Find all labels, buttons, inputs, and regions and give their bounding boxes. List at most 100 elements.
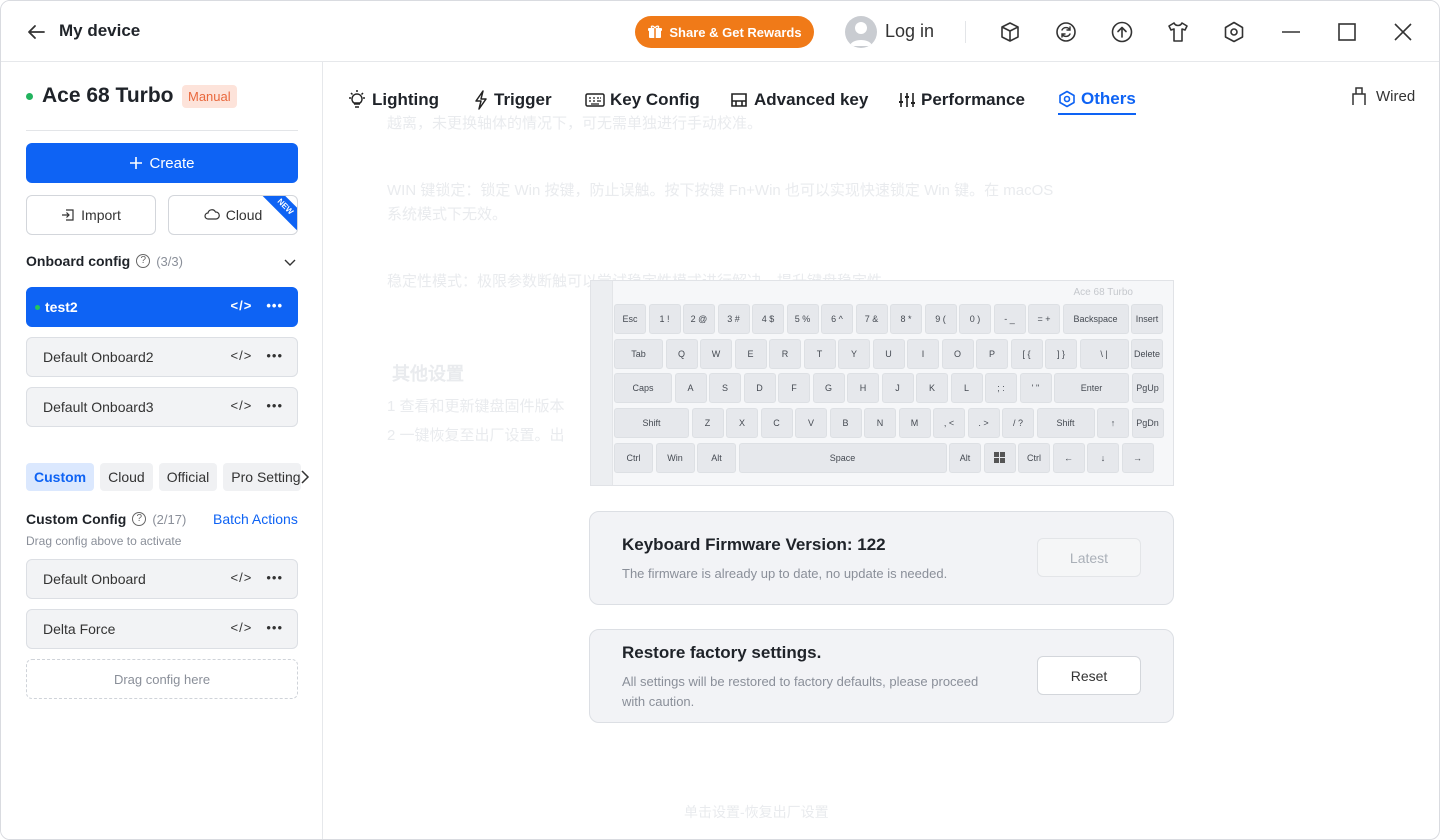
import-button[interactable]: Import xyxy=(26,195,156,235)
key: W xyxy=(700,339,732,369)
config-name: test2 xyxy=(45,299,78,315)
online-status-dot xyxy=(26,93,33,100)
code-icon[interactable]: </> xyxy=(231,398,253,413)
code-icon[interactable]: </> xyxy=(231,620,253,635)
onboard-config-title: Onboard config ? (3/3) xyxy=(26,253,183,269)
windows-icon xyxy=(983,443,1016,473)
onboard-config-item[interactable]: test2 </> ••• xyxy=(26,287,298,327)
plus-icon xyxy=(130,157,143,169)
close-icon[interactable] xyxy=(1391,20,1415,44)
key: Insert xyxy=(1131,304,1163,334)
key: Win xyxy=(655,443,695,473)
share-rewards-label: Share & Get Rewards xyxy=(669,24,802,40)
key: S xyxy=(709,373,741,403)
keyboard-side-panel xyxy=(591,281,613,485)
tab-key-config-label: Key Config xyxy=(610,90,700,109)
reset-button[interactable]: Reset xyxy=(1037,656,1141,695)
key: Backspace xyxy=(1062,304,1129,334)
tab-others-label: Others xyxy=(1081,89,1136,108)
background-text: 系统模式下无效。 xyxy=(387,206,508,223)
key: G xyxy=(812,373,845,403)
code-icon[interactable]: </> xyxy=(231,570,253,585)
keyboard-preview: Ace 68 Turbo Esc 1 ! 2 @3 #4 $5 % 6 ^ 7 & 8 *… xyxy=(590,280,1174,486)
user-icon xyxy=(850,22,872,46)
more-icon[interactable]: ••• xyxy=(266,620,283,635)
sync-icon[interactable] xyxy=(1054,20,1078,44)
back-arrow-icon[interactable] xyxy=(25,21,47,43)
more-icon[interactable]: ••• xyxy=(266,398,283,413)
chevron-right-icon[interactable] xyxy=(299,469,311,485)
login-link[interactable]: Log in xyxy=(885,21,934,42)
firmware-status: The firmware is already up to date, no u… xyxy=(622,566,948,581)
app-window: My device Share & Get Rewards Log in Ace… xyxy=(0,0,1440,840)
custom-config-title: Custom Config ? (2/17) xyxy=(26,511,186,527)
key: Ctrl xyxy=(1018,443,1050,473)
chevron-down-icon[interactable] xyxy=(283,255,297,269)
avatar[interactable] xyxy=(845,16,877,48)
key: \ | xyxy=(1079,339,1129,369)
lightning-icon xyxy=(475,90,487,110)
key: R xyxy=(769,339,801,369)
key: = + xyxy=(1028,304,1060,334)
settings-icon[interactable] xyxy=(1222,20,1246,44)
cloud-icon xyxy=(204,209,220,220)
drop-zone[interactable]: Drag config here xyxy=(26,659,298,699)
advanced-key-icon xyxy=(731,93,747,107)
config-name: Default Onboard3 xyxy=(43,399,154,415)
create-button[interactable]: Create xyxy=(26,143,298,183)
key: ↓ xyxy=(1087,443,1119,473)
more-icon[interactable]: ••• xyxy=(266,570,283,585)
cable-icon xyxy=(1352,87,1366,105)
key: Ctrl xyxy=(614,443,653,473)
tab-pro-settings[interactable]: Pro Settings xyxy=(223,463,302,491)
divider xyxy=(965,21,966,43)
key: 7 & xyxy=(855,304,888,334)
background-heading: 其他设置 xyxy=(392,364,464,384)
key: Caps xyxy=(614,373,672,403)
maximize-icon[interactable] xyxy=(1335,20,1359,44)
custom-config-label: Custom Config xyxy=(26,511,127,527)
tab-official[interactable]: Official xyxy=(158,463,218,491)
key: F xyxy=(778,373,810,403)
onboard-config-label: Onboard config xyxy=(26,253,131,269)
tab-custom[interactable]: Custom xyxy=(26,463,95,491)
restore-warning: All settings will be restored to factory… xyxy=(622,674,979,709)
key: K xyxy=(916,373,948,403)
batch-actions-link[interactable]: Batch Actions xyxy=(213,511,298,527)
mode-badge: Manual xyxy=(182,85,237,108)
minimize-icon[interactable] xyxy=(1279,20,1303,44)
cloud-label: Cloud xyxy=(225,207,263,223)
key: Esc xyxy=(614,304,646,334)
cloud-button[interactable]: Cloud NEW xyxy=(168,195,298,235)
tab-performance[interactable]: Performance xyxy=(898,85,1025,115)
key: C xyxy=(760,408,793,438)
tab-cloud[interactable]: Cloud xyxy=(100,463,153,491)
code-icon[interactable]: </> xyxy=(231,348,253,363)
key: X xyxy=(726,408,758,438)
help-icon[interactable]: ? xyxy=(132,512,147,526)
onboard-config-item[interactable]: Default Onboard3 </> ••• xyxy=(26,387,298,427)
share-rewards-button[interactable]: Share & Get Rewards xyxy=(635,16,814,48)
cube-icon[interactable] xyxy=(998,20,1022,44)
keyboard-model-label: Ace 68 Turbo xyxy=(1073,287,1133,298)
help-icon[interactable]: ? xyxy=(136,254,151,268)
key: , < xyxy=(933,408,965,438)
sliders-icon xyxy=(899,93,915,107)
key: 8 * xyxy=(890,304,922,334)
key: I xyxy=(907,339,939,369)
upload-icon[interactable] xyxy=(1110,20,1134,44)
latest-button[interactable]: Latest xyxy=(1037,538,1141,577)
tab-others[interactable]: Others xyxy=(1058,85,1136,115)
more-icon[interactable]: ••• xyxy=(266,348,283,363)
custom-config-item[interactable]: Default Onboard </> ••• xyxy=(26,559,298,599)
more-icon[interactable]: ••• xyxy=(266,298,283,313)
custom-config-item[interactable]: Delta Force </> ••• xyxy=(26,609,298,649)
onboard-config-item[interactable]: Default Onboard2 </> ••• xyxy=(26,337,298,377)
device-name: Ace 68 Turbo xyxy=(42,84,174,107)
tshirt-icon[interactable] xyxy=(1166,20,1190,44)
key: → xyxy=(1121,443,1154,473)
key: . > xyxy=(967,408,1000,438)
bulb-icon xyxy=(349,90,365,108)
connection-status: Wired xyxy=(1350,86,1415,106)
code-icon[interactable]: </> xyxy=(231,298,253,313)
